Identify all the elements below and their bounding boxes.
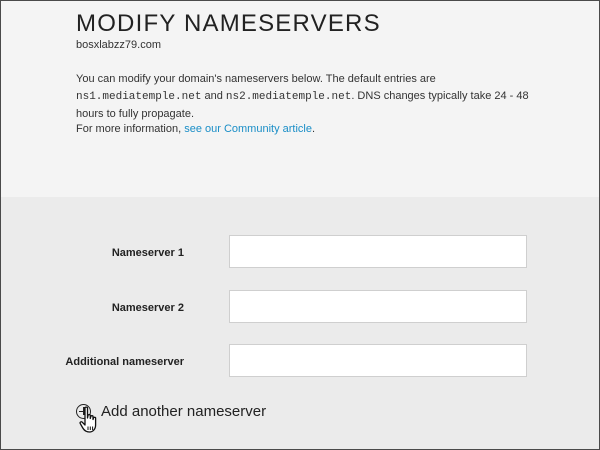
description-text: You can modify your domain's nameservers… — [76, 71, 536, 123]
description-part2: and — [201, 90, 226, 102]
nameserver-1-label: Nameserver 1 — [111, 247, 184, 259]
add-nameserver-label: Add another nameserver — [101, 402, 267, 420]
nameserver-2-label: Nameserver 2 — [111, 302, 184, 314]
domain-name: bosxlabzz79.com — [76, 39, 161, 51]
description-part1: You can modify your domain's nameservers… — [76, 73, 436, 85]
page-frame: MODIFY NAMESERVERS bosxlabzz79.com You c… — [0, 0, 600, 450]
add-nameserver-button[interactable]: Add another nameserver — [76, 400, 266, 422]
community-article-link[interactable]: see our Community article — [184, 123, 312, 135]
nameserver-1-input[interactable] — [229, 235, 527, 268]
info-text: For more information, see our Community … — [76, 123, 315, 135]
default-ns1: ns1.mediatemple.net — [76, 91, 202, 103]
default-ns2: ns2.mediatemple.net — [225, 91, 352, 103]
header-section: MODIFY NAMESERVERS bosxlabzz79.com You c… — [1, 1, 599, 197]
info-prefix: For more information, — [76, 123, 185, 135]
nameserver-2-input[interactable] — [229, 290, 527, 323]
hand-pointer-icon — [79, 406, 97, 433]
info-suffix: . — [311, 123, 316, 135]
page-title: MODIFY NAMESERVERS — [76, 10, 381, 37]
additional-nameserver-label: Additional nameserver — [65, 356, 184, 368]
additional-nameserver-input[interactable] — [229, 344, 527, 377]
